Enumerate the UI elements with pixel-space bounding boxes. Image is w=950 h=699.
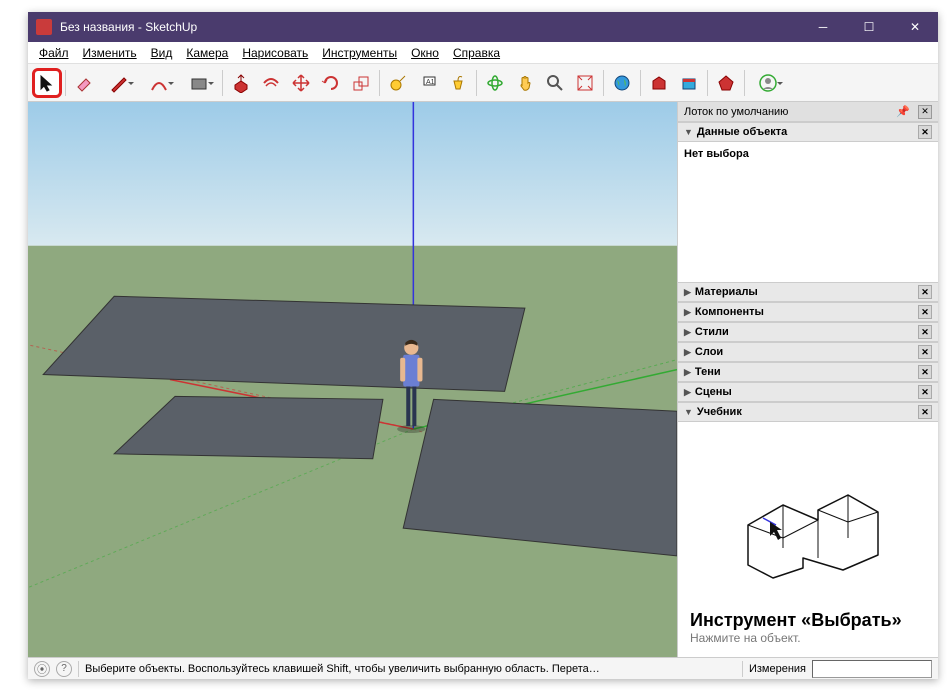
text-tool[interactable]: A1 <box>413 68 443 98</box>
panel-close-button[interactable]: ✕ <box>918 305 932 319</box>
instructor-title: Инструмент «Выбрать» <box>690 610 902 631</box>
tray-title: Лоток по умолчанию <box>684 106 788 118</box>
measurements-input[interactable] <box>812 660 932 678</box>
statusbar: ⦿ ? Выберите объекты. Воспользуйтесь кла… <box>28 657 938 679</box>
panel-layers[interactable]: ▶Слои✕ <box>678 342 938 362</box>
arc-tool[interactable] <box>139 68 179 98</box>
panel-close-button[interactable]: ✕ <box>918 385 932 399</box>
panel-materials[interactable]: ▶Материалы✕ <box>678 282 938 302</box>
svg-text:A1: A1 <box>426 79 435 86</box>
minimize-button[interactable]: ─ <box>800 12 846 42</box>
tray-header: Лоток по умолчанию 📌 ✕ <box>678 102 938 122</box>
select-tool[interactable] <box>32 68 62 98</box>
panel-components[interactable]: ▶Компоненты✕ <box>678 302 938 322</box>
measurements-label: Измерения <box>749 663 806 675</box>
ruby-console-tool[interactable] <box>711 68 741 98</box>
pencil-tool[interactable] <box>99 68 139 98</box>
zoom-tool[interactable] <box>540 68 570 98</box>
scale-tool[interactable] <box>346 68 376 98</box>
panel-instructor[interactable]: ▼Учебник✕ <box>678 402 938 422</box>
menu-camera[interactable]: Камера <box>179 44 235 62</box>
credits-icon[interactable]: ? <box>56 661 72 677</box>
menu-draw[interactable]: Нарисовать <box>235 44 315 62</box>
add-location-tool[interactable] <box>607 68 637 98</box>
toolbar: A1 <box>28 64 938 102</box>
eraser-tool[interactable] <box>69 68 99 98</box>
warehouse-tool[interactable] <box>644 68 674 98</box>
instructor-subtitle: Нажмите на объект. <box>690 631 801 645</box>
pushpull-tool[interactable] <box>226 68 256 98</box>
panel-styles[interactable]: ▶Стили✕ <box>678 322 938 342</box>
panel-scenes[interactable]: ▶Сцены✕ <box>678 382 938 402</box>
status-message: Выберите объекты. Воспользуйтесь клавише… <box>85 663 736 675</box>
geolocation-icon[interactable]: ⦿ <box>34 661 50 677</box>
move-tool[interactable] <box>286 68 316 98</box>
panel-close-button[interactable]: ✕ <box>918 405 932 419</box>
instructor-illustration <box>728 470 888 590</box>
panel-close-button[interactable]: ✕ <box>918 365 932 379</box>
menu-view[interactable]: Вид <box>144 44 180 62</box>
window-title: Без названия - SketchUp <box>60 20 800 34</box>
tape-measure-tool[interactable] <box>383 68 413 98</box>
menu-tools[interactable]: Инструменты <box>315 44 404 62</box>
menu-help[interactable]: Справка <box>446 44 507 62</box>
entity-info-body: Нет выбора <box>678 142 938 282</box>
titlebar: Без названия - SketchUp ─ ☐ ✕ <box>28 12 938 42</box>
menu-file[interactable]: Файл <box>32 44 76 62</box>
paint-bucket-tool[interactable] <box>443 68 473 98</box>
rotate-tool[interactable] <box>316 68 346 98</box>
menu-window[interactable]: Окно <box>404 44 446 62</box>
orbit-tool[interactable] <box>480 68 510 98</box>
panel-close-button[interactable]: ✕ <box>918 125 932 139</box>
panel-entity-info[interactable]: ▼Данные объекта✕ <box>678 122 938 142</box>
panel-shadows[interactable]: ▶Тени✕ <box>678 362 938 382</box>
viewport-3d[interactable] <box>28 102 678 657</box>
instructor-body: Инструмент «Выбрать» Нажмите на объект. <box>678 422 938 657</box>
offset-tool[interactable] <box>256 68 286 98</box>
menubar: Файл Изменить Вид Камера Нарисовать Инст… <box>28 42 938 64</box>
user-account-tool[interactable] <box>748 68 788 98</box>
tray-close-button[interactable]: ✕ <box>918 105 932 119</box>
maximize-button[interactable]: ☐ <box>846 12 892 42</box>
extension-warehouse-tool[interactable] <box>674 68 704 98</box>
close-button[interactable]: ✕ <box>892 12 938 42</box>
default-tray: Лоток по умолчанию 📌 ✕ ▼Данные объекта✕ … <box>678 102 938 657</box>
app-icon <box>36 19 52 35</box>
panel-close-button[interactable]: ✕ <box>918 325 932 339</box>
rectangle-tool[interactable] <box>179 68 219 98</box>
panel-close-button[interactable]: ✕ <box>918 285 932 299</box>
menu-edit[interactable]: Изменить <box>76 44 144 62</box>
tray-pin-icon[interactable]: 📌 <box>892 105 914 118</box>
pan-tool[interactable] <box>510 68 540 98</box>
zoom-extents-tool[interactable] <box>570 68 600 98</box>
panel-close-button[interactable]: ✕ <box>918 345 932 359</box>
